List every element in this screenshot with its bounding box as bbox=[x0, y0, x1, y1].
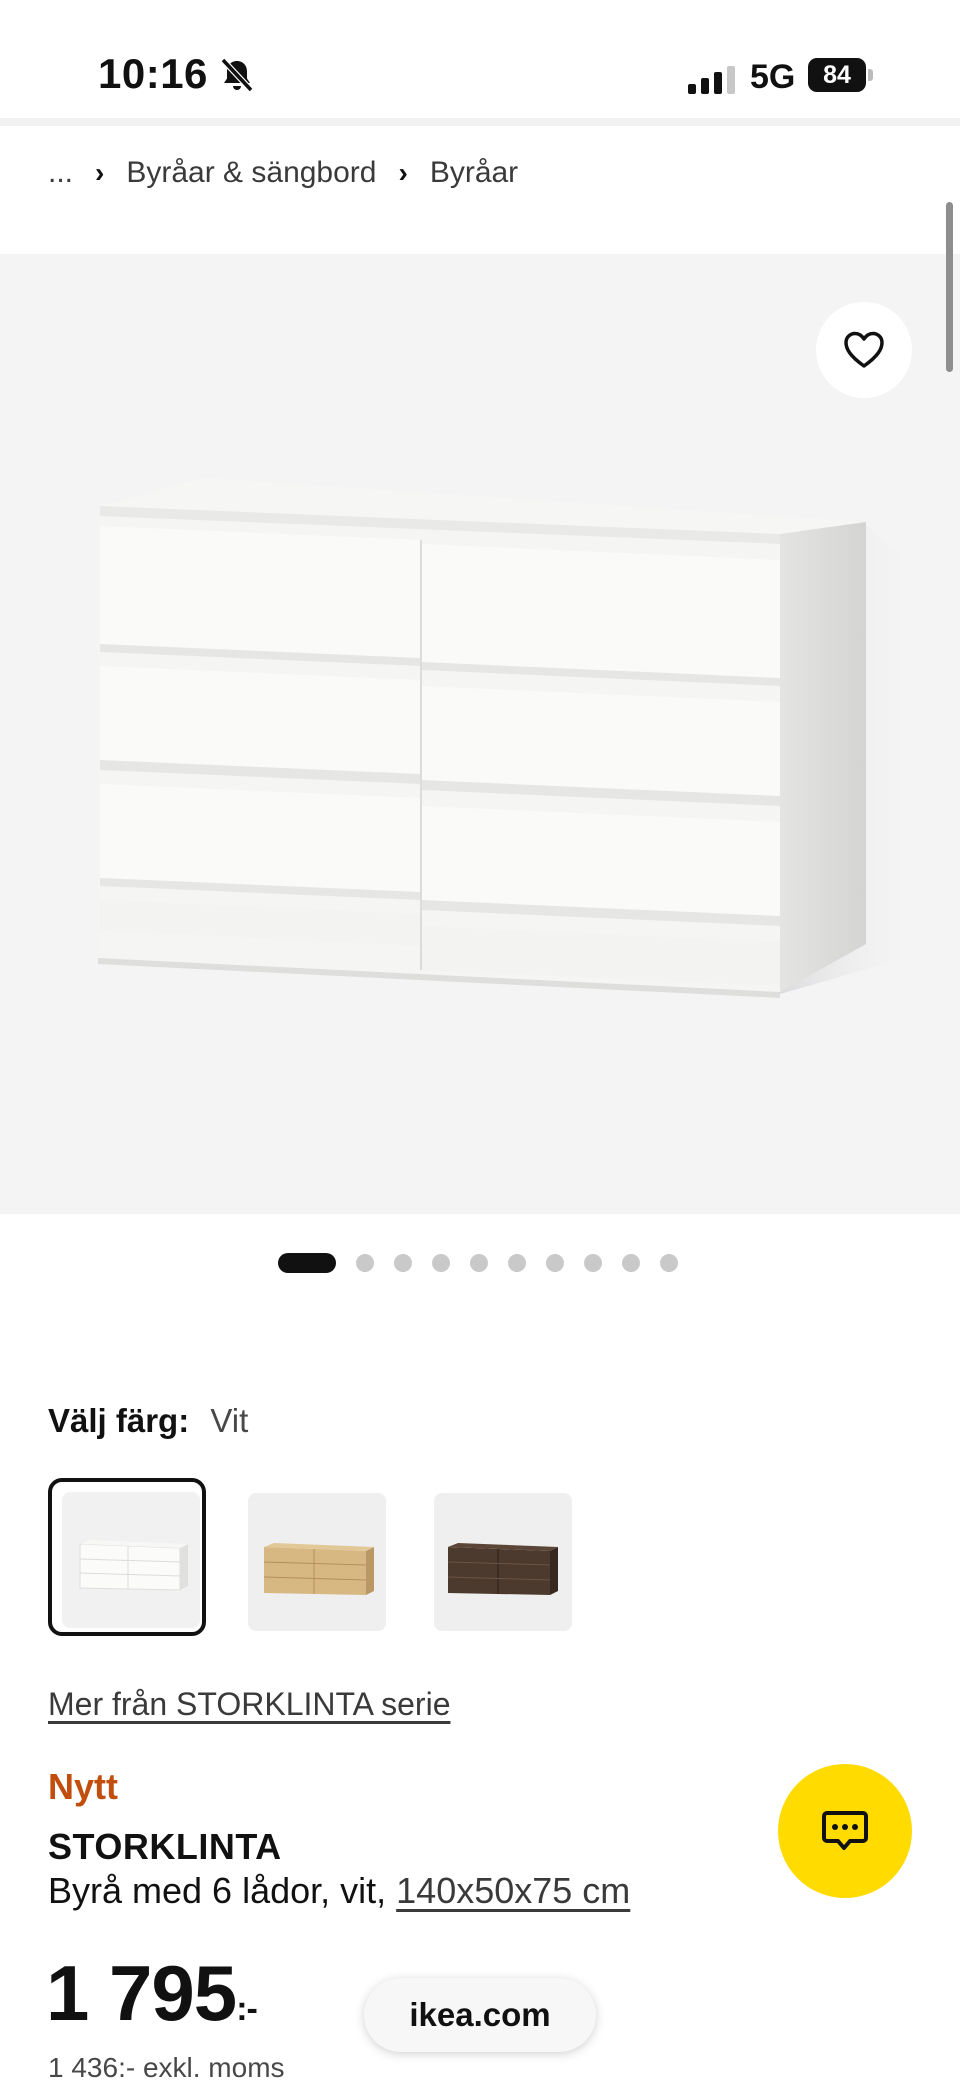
breadcrumb: ... › Byråar & sängbord › Byråar bbox=[48, 156, 518, 190]
color-swatch-oak[interactable] bbox=[248, 1493, 386, 1631]
product-image[interactable] bbox=[0, 254, 960, 1214]
dresser-illustration bbox=[98, 478, 920, 998]
status-time: 10:16 bbox=[98, 50, 208, 97]
color-swatch-white[interactable] bbox=[62, 1492, 200, 1628]
carousel-dot[interactable] bbox=[508, 1254, 526, 1272]
product-description: Byrå med 6 lådor, vit, 140x50x75 cm bbox=[48, 1870, 630, 1912]
carousel-dot[interactable] bbox=[356, 1254, 374, 1272]
product-price: 1 795:- bbox=[46, 1948, 258, 2039]
color-swatch-brown[interactable] bbox=[434, 1493, 572, 1631]
signal-strength-icon bbox=[688, 66, 738, 94]
selected-color-value: Vit bbox=[210, 1402, 249, 1439]
swatch-brown-image bbox=[447, 1543, 558, 1595]
bell-muted-icon bbox=[218, 56, 256, 94]
battery-icon: 84 bbox=[808, 58, 874, 94]
network-type: 5G bbox=[750, 58, 796, 96]
carousel-dot[interactable] bbox=[278, 1253, 336, 1273]
new-badge: Nytt bbox=[48, 1766, 118, 1807]
carousel-dot[interactable] bbox=[394, 1254, 412, 1272]
swatch-white-image bbox=[79, 1540, 188, 1591]
product-dimensions-link[interactable]: 140x50x75 cm bbox=[396, 1870, 630, 1911]
product-description-text: Byrå med 6 lådor, vit, bbox=[48, 1870, 397, 1911]
carousel-dot[interactable] bbox=[470, 1254, 488, 1272]
battery-level: 84 bbox=[808, 58, 866, 92]
carousel-dot[interactable] bbox=[432, 1254, 450, 1272]
chevron-right-icon: › bbox=[95, 157, 105, 188]
product-name: STORKLINTA bbox=[48, 1826, 282, 1867]
favorite-button[interactable] bbox=[816, 302, 912, 398]
carousel-dot[interactable] bbox=[660, 1254, 678, 1272]
carousel-pagination[interactable] bbox=[278, 1253, 698, 1273]
series-link[interactable]: Mer från STORKLINTA serie bbox=[48, 1686, 450, 1723]
breadcrumb-item-dressers-nightstands[interactable]: Byråar & sängbord bbox=[126, 156, 376, 190]
breadcrumb-ellipsis[interactable]: ... bbox=[48, 156, 73, 190]
chat-button[interactable] bbox=[778, 1764, 912, 1898]
price-excl-vat: 1 436:- exkl. moms bbox=[48, 2052, 285, 2083]
divider bbox=[0, 118, 960, 126]
chevron-right-icon: › bbox=[398, 157, 408, 188]
swatch-oak-image bbox=[263, 1543, 374, 1595]
chat-bubble-icon bbox=[822, 1811, 868, 1850]
breadcrumb-item-dressers[interactable]: Byråar bbox=[430, 156, 518, 190]
heart-icon bbox=[844, 331, 884, 368]
carousel-dot[interactable] bbox=[584, 1254, 602, 1272]
price-value: 1 795 bbox=[46, 1949, 237, 2037]
browser-url-bar[interactable]: ikea.com bbox=[364, 1978, 596, 2052]
carousel-dot[interactable] bbox=[546, 1254, 564, 1272]
color-selector-label: Välj färg: Vit bbox=[48, 1402, 248, 1440]
scrollbar[interactable] bbox=[946, 202, 953, 372]
price-suffix: :- bbox=[236, 1990, 258, 2028]
carousel-dot[interactable] bbox=[622, 1254, 640, 1272]
color-label: Välj färg: bbox=[48, 1402, 190, 1439]
